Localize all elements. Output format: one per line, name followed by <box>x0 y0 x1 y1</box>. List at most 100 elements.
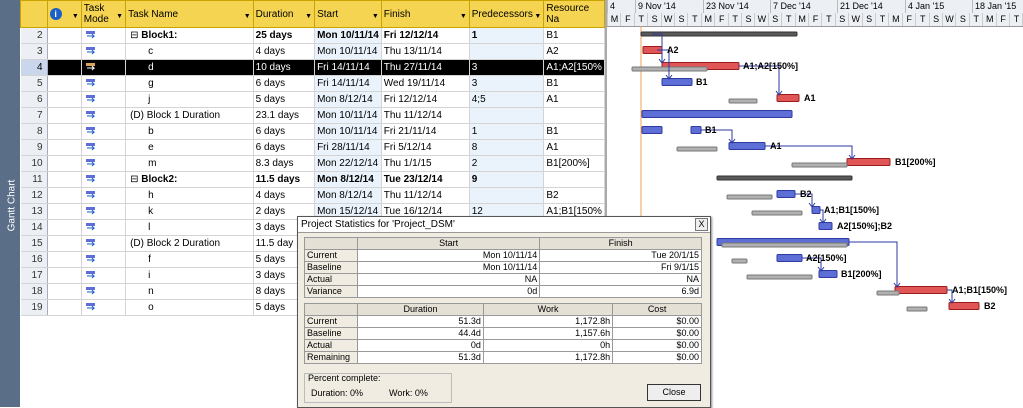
start-cell[interactable]: Fri 14/11/14 <box>314 75 382 92</box>
row-number[interactable]: 13 <box>20 203 48 220</box>
task-mode-cell[interactable] <box>81 251 127 268</box>
duration-cell[interactable]: 11.5 days <box>253 171 316 188</box>
predecessors-cell[interactable]: 3 <box>469 75 545 92</box>
start-cell[interactable]: Fri 28/11/14 <box>314 139 382 156</box>
row-number[interactable]: 11 <box>20 171 48 188</box>
task-row[interactable]: 7 (D) Block 1 Duration 23.1 days Mon 10/11/… <box>20 107 605 124</box>
task-mode-cell[interactable] <box>81 75 127 92</box>
close-icon[interactable]: X <box>695 218 708 231</box>
task-row[interactable]: 4 d 10 days Fri 14/11/14 Thu 27/11/14 3 A1;A2[… <box>20 59 605 76</box>
indicator-cell[interactable] <box>47 27 82 44</box>
gantt-bar[interactable] <box>640 31 798 37</box>
start-cell[interactable]: Mon 10/11/14 <box>314 107 382 124</box>
chevron-down-icon[interactable]: ▼ <box>244 11 251 22</box>
task-mode-cell[interactable] <box>81 139 127 156</box>
task-name-cell[interactable]: f <box>125 251 254 268</box>
column-header-task-name[interactable]: Task Name ▼ <box>125 0 254 28</box>
gantt-bar[interactable] <box>818 270 838 278</box>
gantt-bar[interactable] <box>906 306 928 312</box>
gantt-bar[interactable] <box>811 206 821 214</box>
close-button[interactable]: Close <box>647 384 701 401</box>
chevron-down-icon[interactable]: ▼ <box>116 11 123 22</box>
duration-cell[interactable]: 23.1 days <box>253 107 316 124</box>
duration-cell[interactable]: 8.3 days <box>253 155 316 172</box>
gantt-bar[interactable] <box>726 194 773 200</box>
task-mode-cell[interactable] <box>81 27 127 44</box>
gantt-bar[interactable] <box>876 290 900 296</box>
task-name-cell[interactable]: c <box>125 43 254 60</box>
task-name-cell[interactable]: i <box>125 267 254 284</box>
dialog-titlebar[interactable]: Project Statistics for 'Project_DSM' X <box>298 217 710 233</box>
gantt-bar[interactable] <box>846 158 891 166</box>
duration-cell[interactable]: 5 days <box>253 91 316 108</box>
start-cell[interactable]: Mon 10/11/14 <box>314 27 382 44</box>
row-number[interactable]: 8 <box>20 123 48 140</box>
indicator-cell[interactable] <box>47 187 82 204</box>
task-mode-cell[interactable] <box>81 43 127 60</box>
resource-names-cell[interactable] <box>543 171 605 188</box>
timescale-header[interactable]: 4 9 Nov '14 23 Nov '14 7 Dec '14 21 Dec '14 4… <box>607 0 1023 27</box>
indicator-cell[interactable] <box>47 267 82 284</box>
indicator-cell[interactable] <box>47 123 82 140</box>
task-name-cell[interactable]: n <box>125 283 254 300</box>
chevron-down-icon[interactable]: ▼ <box>72 11 79 22</box>
indicator-cell[interactable] <box>47 171 82 188</box>
row-number[interactable]: 17 <box>20 267 48 284</box>
task-row[interactable]: 5 g 6 days Fri 14/11/14 Wed 19/11/14 3 B1 <box>20 75 605 92</box>
resource-names-cell[interactable]: B1 <box>543 27 605 44</box>
chevron-down-icon[interactable]: ▼ <box>460 11 467 22</box>
task-mode-cell[interactable] <box>81 219 127 236</box>
task-row[interactable]: 9 e 6 days Fri 28/11/14 Fri 5/12/14 8 A1 <box>20 139 605 156</box>
select-all-corner[interactable] <box>20 0 48 28</box>
indicator-cell[interactable] <box>47 283 82 300</box>
predecessors-cell[interactable] <box>469 43 545 60</box>
row-number[interactable]: 2 <box>20 27 48 44</box>
indicators-header[interactable]: i ▼ <box>46 0 82 28</box>
task-name-cell[interactable]: b <box>125 123 254 140</box>
gantt-bar[interactable] <box>776 94 800 102</box>
predecessors-cell[interactable] <box>469 187 545 204</box>
row-number[interactable]: 9 <box>20 139 48 156</box>
predecessors-cell[interactable]: 1 <box>469 27 545 44</box>
row-number[interactable]: 10 <box>20 155 48 172</box>
gantt-bar[interactable] <box>641 110 793 118</box>
duration-cell[interactable]: 10 days <box>253 59 316 76</box>
indicator-cell[interactable] <box>47 91 82 108</box>
predecessors-cell[interactable]: 9 <box>469 171 545 188</box>
resource-names-cell[interactable]: A1 <box>543 91 605 108</box>
task-mode-cell[interactable] <box>81 203 127 220</box>
task-name-cell[interactable]: o <box>125 299 254 316</box>
finish-cell[interactable]: Fri 12/12/14 <box>381 27 470 44</box>
start-cell[interactable]: Mon 8/12/14 <box>314 171 382 188</box>
start-cell[interactable]: Mon 8/12/14 <box>314 187 382 204</box>
resource-names-cell[interactable]: B1 <box>543 123 605 140</box>
task-name-cell[interactable]: e <box>125 139 254 156</box>
row-number[interactable]: 12 <box>20 187 48 204</box>
task-mode-cell[interactable] <box>81 155 127 172</box>
resource-names-cell[interactable]: A2 <box>543 43 605 60</box>
gantt-bar[interactable] <box>776 254 803 262</box>
duration-cell[interactable]: 6 days <box>253 75 316 92</box>
column-header-finish[interactable]: Finish ▼ <box>380 0 470 28</box>
duration-cell[interactable]: 4 days <box>253 187 316 204</box>
chevron-down-icon[interactable]: ▼ <box>372 11 379 22</box>
collapse-icon[interactable]: ⊟ <box>130 30 141 41</box>
indicator-cell[interactable] <box>47 235 82 252</box>
column-header-resource-names[interactable]: Resource Na <box>543 0 605 28</box>
task-mode-cell[interactable] <box>81 187 127 204</box>
finish-cell[interactable]: Fri 12/12/14 <box>381 91 470 108</box>
row-number[interactable]: 4 <box>20 59 48 76</box>
task-name-cell[interactable]: (D) Block 1 Duration <box>125 107 254 124</box>
finish-cell[interactable]: Thu 13/11/14 <box>381 43 470 60</box>
finish-cell[interactable]: Thu 1/1/15 <box>381 155 470 172</box>
column-header-task-mode[interactable]: Task Mode ▼ <box>80 0 127 28</box>
finish-cell[interactable]: Thu 11/12/14 <box>381 107 470 124</box>
task-row[interactable]: 2 ⊟ Block1: 25 days Mon 10/11/14 Fri 12/12/1… <box>20 27 605 44</box>
duration-cell[interactable]: 6 days <box>253 123 316 140</box>
task-name-cell[interactable]: k <box>125 203 254 220</box>
finish-cell[interactable]: Thu 11/12/14 <box>381 187 470 204</box>
task-mode-cell[interactable] <box>81 283 127 300</box>
task-row[interactable]: 10 m 8.3 days Mon 22/12/14 Thu 1/1/15 2 B1[200… <box>20 155 605 172</box>
indicator-cell[interactable] <box>47 203 82 220</box>
gantt-bar[interactable] <box>746 274 813 280</box>
